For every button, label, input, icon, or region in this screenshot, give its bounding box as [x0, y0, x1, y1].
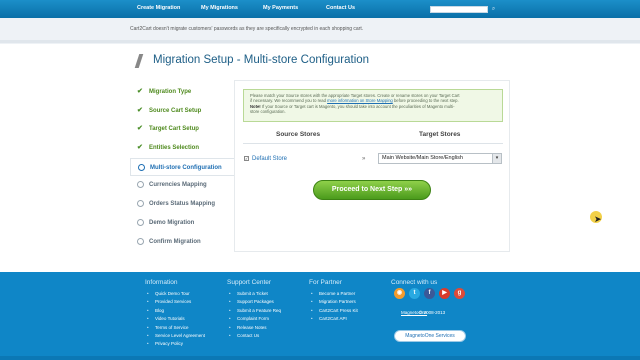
footer-partner-title: For Partner	[309, 279, 342, 286]
facebook-icon[interactable]: f	[424, 288, 435, 299]
nav-create-migration[interactable]: Create Migration	[137, 5, 180, 11]
page-title: Migration Setup - Multi-store Configurat…	[153, 54, 370, 66]
footer-link[interactable]: Service Level Agreement	[145, 332, 205, 341]
check-icon: ✔	[137, 144, 143, 152]
magnetoone-services-button[interactable]: MagnetoOne Services	[394, 330, 466, 342]
footer-information-title: Information	[145, 279, 178, 286]
store-checkbox[interactable]: ✓	[244, 156, 249, 161]
info-box: Please match your Source stores with the…	[243, 89, 503, 122]
divider	[0, 40, 640, 43]
footer-link[interactable]: Migration Partners	[309, 298, 358, 307]
search-icon[interactable]: ⌕	[490, 6, 497, 13]
search-input[interactable]	[430, 6, 488, 13]
footer: Information Quick Demo Tour Provided Ser…	[0, 272, 640, 360]
footer-link[interactable]: Video Tutorials	[145, 315, 205, 324]
nav-my-migrations[interactable]: My Migrations	[201, 5, 238, 11]
footer-link[interactable]: Blog	[145, 307, 205, 316]
info-line: store configuration.	[250, 108, 286, 114]
step-currencies-mapping[interactable]: Currencies Mapping	[130, 176, 234, 195]
footer-link[interactable]: Become a Partner	[309, 290, 358, 299]
circle-icon	[137, 218, 144, 226]
check-icon: ✔	[137, 88, 143, 95]
footer-support: Support Center Submit a Ticket Support P…	[227, 279, 281, 341]
footer-link[interactable]: Complaint Form	[227, 315, 281, 324]
step-orders-status-mapping[interactable]: Orders Status Mapping	[130, 195, 234, 214]
circle-icon	[137, 237, 144, 245]
social-icons: ◉ t f ▶ g	[394, 288, 465, 300]
footer-bottom-strip	[0, 356, 640, 360]
target-store-value: Main Website/Main Store/English	[382, 155, 463, 161]
store-mapping-link[interactable]: more information on Store Mapping	[327, 98, 393, 103]
footer-support-title: Support Center	[227, 279, 272, 286]
steps-sidebar: ✔ Migration Type ✔ Source Cart Setup ✔ Targ…	[130, 83, 236, 252]
footer-link[interactable]: Support Packages	[227, 298, 281, 307]
footer-link[interactable]: Submit a Feature Req	[227, 307, 281, 316]
youtube-icon[interactable]: ▶	[439, 288, 450, 299]
footer-link[interactable]: Submit a Ticket	[227, 290, 281, 299]
step-confirm-migration[interactable]: Confirm Migration	[130, 233, 234, 252]
footer-link[interactable]: Terms of Service	[145, 324, 205, 333]
step-migration-type[interactable]: ✔ Migration Type	[130, 83, 234, 102]
check-icon: ✔	[137, 106, 143, 114]
footer-connect-title: Connect with us	[391, 279, 438, 286]
step-target-cart-setup[interactable]: ✔ Target Cart Setup	[130, 120, 234, 139]
check-icon: ✔	[137, 125, 143, 133]
top-navigation: Create Migration My Migrations My Paymen…	[0, 0, 640, 18]
footer-link[interactable]: Contact Us	[227, 332, 281, 341]
footer-link[interactable]: Privacy Policy	[145, 340, 205, 349]
source-stores-header: Source Stores	[276, 131, 321, 138]
footer-link[interactable]: Provided Services	[145, 298, 205, 307]
target-store-select[interactable]: Main Website/Main Store/English ▾	[378, 153, 502, 164]
google-plus-icon[interactable]: g	[454, 288, 465, 299]
copyright: © 2008-2013	[419, 310, 446, 315]
title-slash-icon	[134, 54, 144, 68]
target-stores-header: Target Stores	[419, 131, 461, 138]
mouse-pointer-icon: ➤	[594, 214, 602, 224]
footer-link[interactable]: Quick Demo Tour	[145, 290, 205, 299]
rss-icon[interactable]: ◉	[394, 288, 405, 299]
footer-partner: For Partner Become a Partner Migration P…	[309, 279, 358, 324]
notice-text: Cart2Cart doesn't migrate customers' pas…	[130, 26, 364, 32]
step-demo-migration[interactable]: Demo Migration	[130, 214, 234, 233]
twitter-icon[interactable]: t	[409, 288, 420, 299]
step-multi-store-configuration[interactable]: Multi-store Configuration	[130, 157, 236, 177]
circle-icon	[137, 200, 144, 208]
circle-icon	[138, 163, 145, 171]
step-source-cart-setup[interactable]: ✔ Source Cart Setup	[130, 102, 234, 121]
header-divider	[243, 143, 503, 144]
nav-my-payments[interactable]: My Payments	[263, 5, 298, 11]
footer-link[interactable]: Cart2Cart API	[309, 315, 358, 324]
chevron-down-icon: ▾	[492, 154, 501, 163]
footer-link[interactable]: Cart2Cart Press Kit	[309, 307, 358, 316]
footer-information: Information Quick Demo Tour Provided Ser…	[145, 279, 205, 349]
footer-link[interactable]: Release Notes	[227, 324, 281, 333]
proceed-next-step-button[interactable]: Proceed to Next Step »»	[313, 180, 431, 200]
step-entities-selection[interactable]: ✔ Entities Selection	[130, 139, 234, 158]
source-store-label: Default Store	[252, 156, 288, 162]
nav-contact-us[interactable]: Contact Us	[326, 5, 355, 11]
circle-icon	[137, 181, 144, 189]
mapping-arrow: »	[362, 156, 366, 162]
